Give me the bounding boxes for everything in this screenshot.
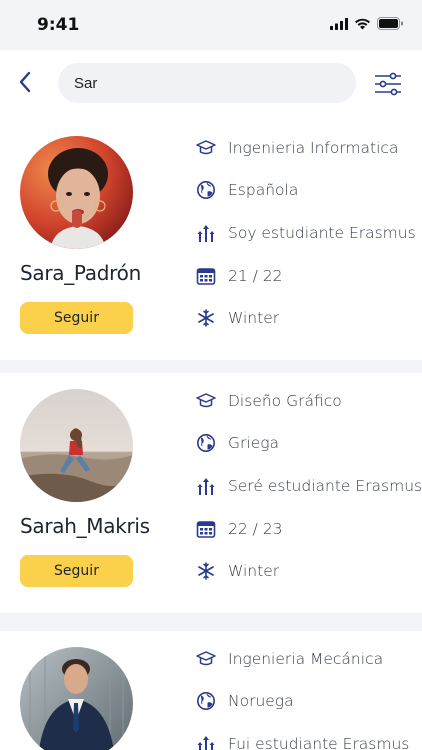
season-text: Winter [228,309,280,327]
erasmus-arrows-icon [196,223,216,243]
graduation-cap-icon [196,138,216,158]
search-header [0,50,422,120]
nationality-text: Griega [228,434,280,452]
info-nationality: Griega [196,431,279,455]
status-icons [330,17,404,30]
erasmus-arrows-icon [196,476,216,496]
status-bar: 9:41 [0,0,422,50]
study-text: Ingenieria Informatica [228,139,399,157]
year-text: 22 / 23 [228,520,283,538]
erasmus-arrows-icon [196,734,216,750]
info-year: 22 / 23 [196,517,283,541]
result-card: Ingenieria Mecánica Noruega Fui estudian… [0,631,422,750]
back-arrow-icon[interactable] [14,70,38,94]
follow-button[interactable]: Seguir [20,302,133,334]
info-study: Ingenieria Mecánica [196,647,383,671]
info-year: 21 / 22 [196,264,283,288]
nationality-text: Noruega [228,692,294,710]
result-card: Sara_Padrón Seguir Ingenieria Informatic… [0,120,422,360]
username[interactable]: Sarah_Makris [20,514,150,538]
username[interactable]: Sara_Padrón [20,261,141,285]
year-text: 21 / 22 [228,267,283,285]
status-time: 9:41 [37,15,80,35]
avatar[interactable] [20,389,133,502]
nationality-text: Española [228,181,299,199]
globe-icon [196,691,216,711]
info-nationality: Española [196,178,298,202]
info-study: Diseño Gráfico [196,389,342,413]
erasmus-status-text: Seré estudiante Erasmus [228,477,422,495]
info-season: Winter [196,306,279,330]
snowflake-icon [196,308,216,328]
globe-icon [196,433,216,453]
wifi-icon [355,18,370,29]
snowflake-icon [196,561,216,581]
battery-icon [377,17,403,30]
season-text: Winter [228,562,280,580]
calendar-icon [196,519,216,539]
info-season: Winter [196,559,279,583]
search-input[interactable] [58,63,356,103]
follow-button[interactable]: Seguir [20,555,133,587]
avatar[interactable] [20,136,133,249]
info-erasmus: Seré estudiante Erasmus [196,474,422,498]
globe-icon [196,180,216,200]
erasmus-status-text: Soy estudiante Erasmus [228,224,416,242]
graduation-cap-icon [196,391,216,411]
calendar-icon [196,266,216,286]
study-text: Ingenieria Mecánica [228,650,384,668]
info-study: Ingenieria Informatica [196,136,398,160]
erasmus-status-text: Fui estudiante Erasmus [228,735,410,750]
info-erasmus: Soy estudiante Erasmus [196,221,416,245]
info-nationality: Noruega [196,689,294,713]
filter-sliders-icon[interactable] [374,70,402,98]
signal-icon [330,17,348,30]
avatar[interactable] [20,647,133,750]
info-erasmus: Fui estudiante Erasmus [196,732,409,750]
graduation-cap-icon [196,649,216,669]
study-text: Diseño Gráfico [228,392,342,410]
result-card: Sarah_Makris Seguir Diseño Gráfico Grieg… [0,373,422,613]
